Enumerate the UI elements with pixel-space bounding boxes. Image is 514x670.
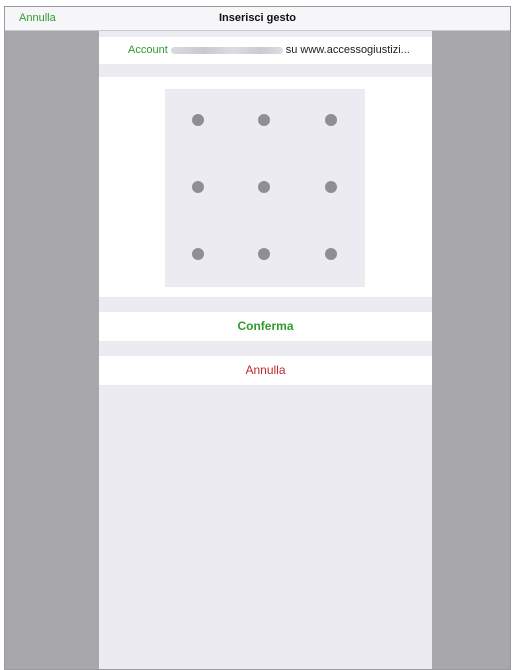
navigation-bar: Annulla Inserisci gesto: [5, 7, 510, 31]
gesture-dot-4[interactable]: [192, 181, 204, 193]
gesture-dot-9[interactable]: [325, 248, 337, 260]
redacted-account-id: [170, 46, 283, 54]
gesture-pad[interactable]: [165, 89, 365, 287]
gesture-dot-7[interactable]: [192, 248, 204, 260]
account-label: Account: [128, 44, 168, 56]
gesture-dot-6[interactable]: [325, 181, 337, 193]
gesture-dot-8[interactable]: [258, 248, 270, 260]
page-title: Inserisci gesto: [218, 12, 297, 24]
gesture-sheet: Account su www.accessogiustizi... Conferm…: [99, 31, 432, 669]
account-info-row: Account su www.accessogiustizi...: [99, 37, 432, 64]
gesture-section: [99, 77, 432, 297]
gesture-dot-2[interactable]: [258, 114, 270, 126]
gesture-dot-3[interactable]: [325, 114, 337, 126]
gesture-dot-1[interactable]: [192, 114, 204, 126]
account-site-text: su www.accessogiustizi...: [285, 44, 410, 56]
app-window: Annulla Inserisci gesto Account su www.ac…: [4, 6, 511, 670]
gesture-dot-5[interactable]: [258, 181, 270, 193]
confirm-button[interactable]: Conferma: [99, 312, 432, 341]
cancel-button[interactable]: Annulla: [99, 356, 432, 385]
